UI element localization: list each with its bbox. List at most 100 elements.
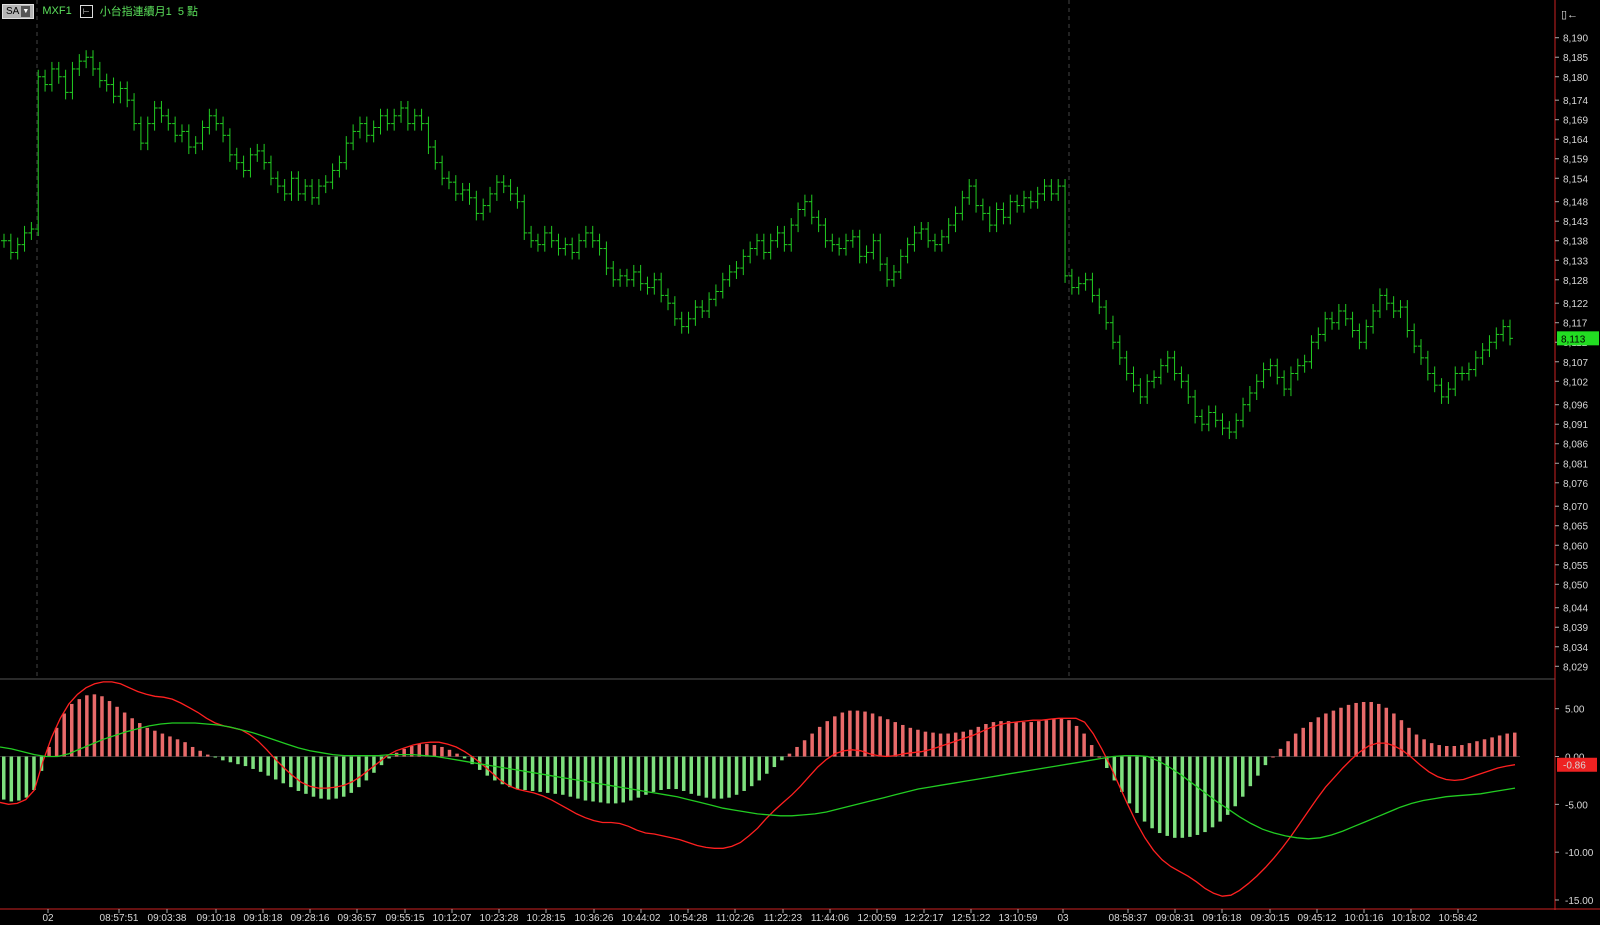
time-tick-label: 09:45:12 [1298, 913, 1337, 924]
histogram-bar [1142, 756, 1147, 822]
time-tick-label: 10:58:42 [1439, 913, 1478, 924]
histogram-bar [1089, 745, 1094, 757]
histogram-bar [1127, 756, 1132, 804]
histogram-bar [508, 756, 512, 788]
histogram-bar [1241, 756, 1245, 797]
histogram-bar [1097, 756, 1101, 758]
histogram-bar [17, 756, 21, 801]
histogram-bar [1067, 720, 1071, 757]
histogram-bar [145, 727, 150, 757]
histogram-bar [1225, 756, 1230, 815]
histogram-bar [462, 756, 467, 759]
histogram-bar [1263, 756, 1268, 766]
histogram-bar [296, 756, 301, 791]
histogram-bar [1150, 756, 1154, 829]
time-tick-label: 09:55:15 [386, 913, 425, 924]
histogram-bar [1422, 739, 1426, 757]
histogram-bar [795, 746, 799, 757]
histogram-bar [727, 756, 731, 798]
histogram-bar [1392, 713, 1396, 757]
price-tick-label: 8,174 [1563, 96, 1588, 107]
time-tick-label: 11:02:26 [716, 913, 755, 924]
histogram-bar [931, 732, 935, 757]
histogram-bar [160, 733, 165, 757]
histogram-bar [787, 753, 792, 757]
histogram-bar [455, 753, 459, 757]
histogram-bar [802, 740, 807, 757]
histogram-bar [1188, 756, 1192, 837]
histogram-bar [817, 726, 822, 757]
price-tick-label: 8,190 [1563, 34, 1588, 45]
price-tick-label: 8,070 [1563, 502, 1588, 513]
histogram-bar [636, 756, 641, 798]
histogram-bar [1021, 722, 1026, 757]
price-tick-label: 8,034 [1563, 643, 1588, 654]
histogram-bar [77, 699, 82, 757]
histogram-bar [1331, 710, 1336, 757]
histogram-bar [621, 756, 626, 803]
histogram-bar [1074, 725, 1079, 757]
histogram-bar [1082, 733, 1086, 757]
price-tick-label: 8,159 [1563, 155, 1588, 166]
histogram-bar [969, 729, 973, 757]
histogram-bar [765, 756, 769, 774]
histogram-bar [1218, 756, 1222, 822]
histogram-bar [2, 756, 6, 800]
time-tick-label: 09:18:18 [244, 913, 283, 924]
histogram-bar [1278, 748, 1283, 757]
histogram-bar [100, 696, 104, 757]
histogram-bar [1059, 718, 1064, 757]
histogram-bar [251, 756, 255, 769]
histogram-bar [863, 711, 867, 757]
price-tick-label: 8,086 [1563, 440, 1588, 451]
price-tick-label: 8,044 [1563, 604, 1588, 615]
time-tick-label: 08:58:37 [1109, 913, 1148, 924]
histogram-bar [1445, 746, 1449, 757]
histogram-bar [1460, 745, 1464, 757]
histogram-bar [1482, 739, 1487, 757]
histogram-bar [1384, 707, 1389, 757]
current-price-label: 8,113 [1561, 334, 1586, 345]
histogram-bar [810, 733, 814, 757]
histogram-bar [1346, 704, 1351, 757]
histogram-bar [523, 756, 527, 790]
histogram-bar [175, 739, 180, 757]
histogram-bar [153, 730, 157, 757]
time-tick-label: 10:18:02 [1392, 913, 1431, 924]
histogram-bar [825, 721, 829, 757]
price-tick-label: 8,143 [1563, 217, 1588, 228]
histogram-bar [530, 756, 535, 791]
histogram-bar [243, 756, 248, 767]
histogram-bar [976, 726, 981, 757]
histogram-bar [553, 756, 558, 794]
histogram-bar [681, 756, 686, 791]
dif-line [0, 681, 1516, 897]
time-tick-label: 12:00:59 [858, 913, 897, 924]
histogram-bar [198, 750, 202, 757]
signal-line [0, 722, 1516, 840]
histogram-bar [289, 756, 293, 788]
histogram-bar [1452, 746, 1457, 757]
histogram-bar [1044, 720, 1049, 757]
histogram-bar [168, 736, 172, 757]
histogram-bar [54, 727, 59, 757]
histogram-bar [92, 694, 97, 757]
histogram-bar [69, 703, 74, 757]
chart-canvas[interactable]: 8,190 8,185 8,180 8,174 8,169 8,164 8,159 8,154… [0, 0, 1600, 925]
time-tick-label: 10:36:26 [575, 913, 614, 924]
time-tick-label: 11:44:06 [811, 913, 850, 924]
histogram-bar [1414, 734, 1419, 757]
time-tick-label: 10:23:28 [480, 913, 519, 924]
histogram-bar [613, 756, 618, 804]
time-tick-label: 08:57:51 [100, 913, 139, 924]
histogram-bar [107, 701, 112, 757]
time-tick-label: 09:03:38 [148, 913, 187, 924]
price-tick-label: 8,076 [1563, 479, 1588, 490]
histogram-bar [1248, 756, 1253, 787]
histogram-bar [190, 746, 195, 757]
histogram-bar [870, 713, 875, 757]
histogram-bar [1180, 756, 1185, 838]
histogram-bar [485, 756, 490, 776]
histogram-bar [893, 722, 897, 757]
time-tick-label: 09:08:31 [1156, 913, 1195, 924]
